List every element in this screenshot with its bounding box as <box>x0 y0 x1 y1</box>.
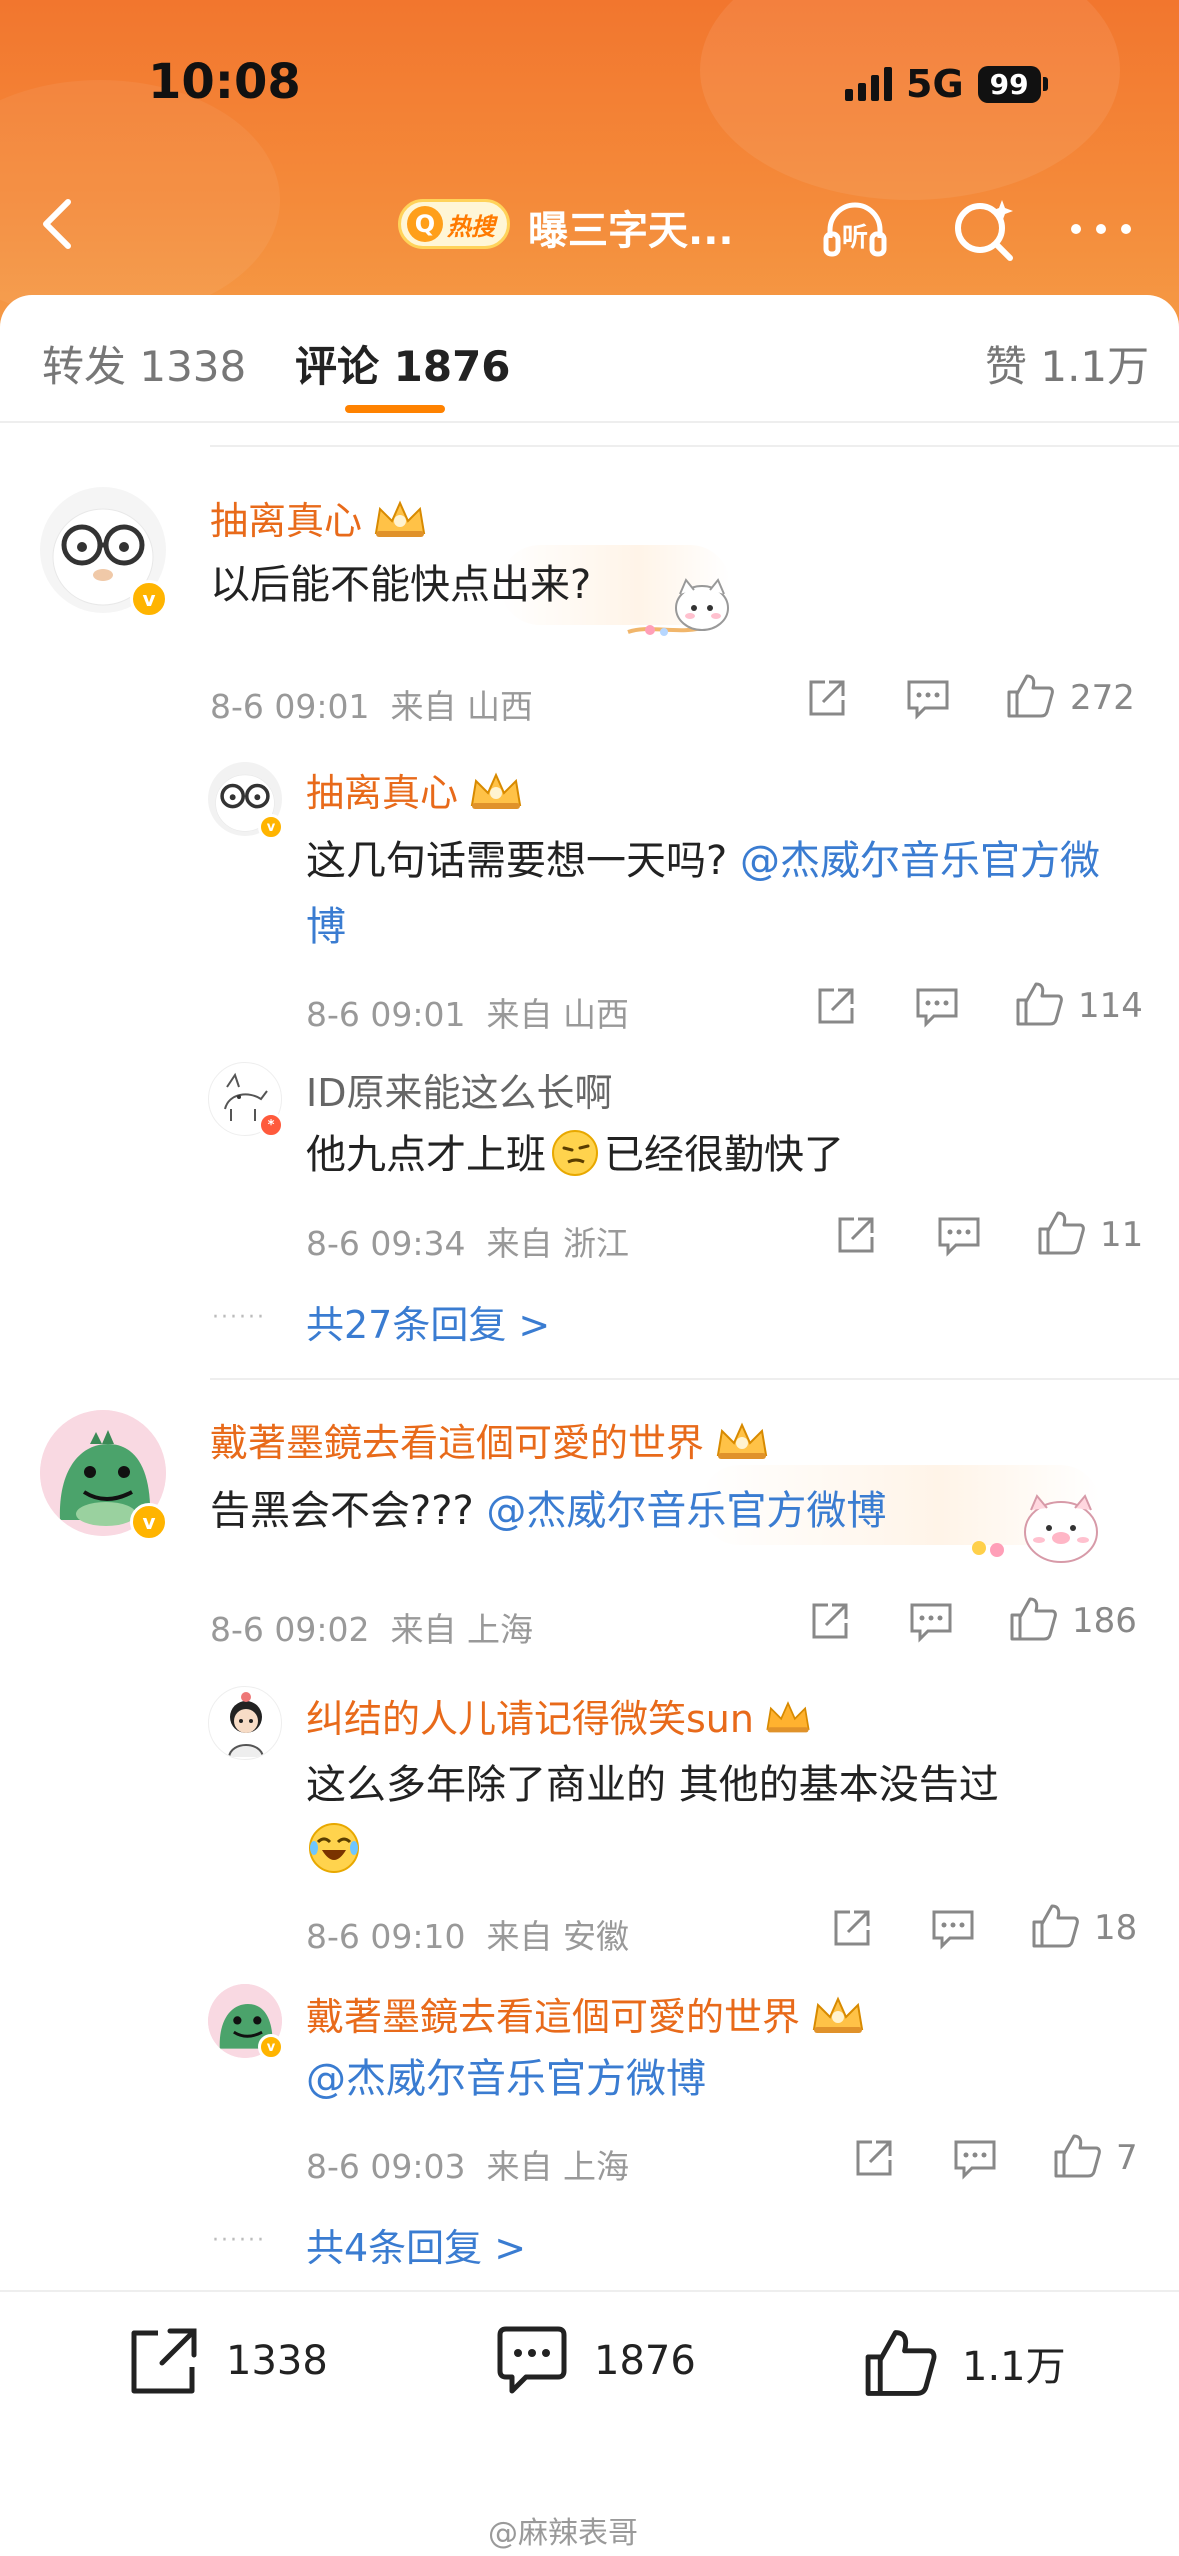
mention-link[interactable]: @杰威尔音乐官方微博 <box>306 2056 706 2102</box>
tab-bar: 转发 1338 评论 1876 赞 1.1万 <box>0 295 1179 423</box>
reply-text: 他九点才上班 已经很勤快了 <box>306 1122 844 1188</box>
tab-comments[interactable]: 评论 1876 <box>295 333 511 394</box>
reply-icon[interactable] <box>936 1213 982 1257</box>
hot-search-badge[interactable]: Q 热搜 <box>398 199 510 249</box>
comment-text: 告黑会不会??? @杰威尔音乐官方微博 <box>210 1488 887 1534</box>
reply-icon[interactable] <box>914 984 960 1028</box>
repost-button[interactable]: 1338 <box>126 2325 328 2397</box>
laughing-emoji-icon <box>306 1820 362 1876</box>
reply-meta: 8-6 09:01 来自 山西 <box>306 995 629 1034</box>
share-icon[interactable] <box>834 1213 878 1257</box>
battery-level: 99 <box>977 65 1041 103</box>
like-count: 114 <box>1078 986 1143 1026</box>
reply-icon[interactable] <box>930 1906 976 1950</box>
like-icon[interactable] <box>1036 1209 1086 1257</box>
search-sparkle-icon[interactable] <box>950 194 1020 264</box>
comment-location: 来自 山西 <box>390 687 533 726</box>
active-tab-indicator <box>345 405 445 413</box>
chevron-left-icon[interactable] <box>30 194 90 254</box>
status-indicators: 5G 99 <box>845 62 1048 106</box>
share-icon <box>131 2328 197 2394</box>
more-replies-link[interactable]: 共4条回复 > <box>306 2217 526 2272</box>
like-count: 18 <box>1094 1908 1138 1948</box>
crown-badge-icon <box>468 771 524 820</box>
member-badge-icon: * <box>258 1112 284 1138</box>
svg-text:听: 听 <box>842 223 868 253</box>
crown-badge-icon <box>764 1699 812 1744</box>
network-type: 5G <box>906 62 964 106</box>
more-replies-link[interactable]: 共27条回复 > <box>306 1294 550 1349</box>
comment-meta: 8-6 09:01 来自 山西 <box>210 680 533 728</box>
page-title[interactable]: 曝三字天... <box>528 198 734 256</box>
mention-link[interactable]: @杰威尔音乐官方微博 <box>486 1488 886 1534</box>
like-count: 186 <box>1072 1601 1137 1641</box>
share-icon[interactable] <box>805 676 849 720</box>
reply-icon[interactable] <box>908 1599 954 1643</box>
verified-badge-icon: v <box>258 814 284 840</box>
thinking-emoji-icon <box>550 1128 600 1178</box>
share-icon[interactable] <box>830 1906 874 1950</box>
comment-time: 8-6 09:01 <box>210 687 370 726</box>
reply-meta: 8-6 09:10 来自 安徽 <box>306 1917 629 1956</box>
like-count: 11 <box>1100 1215 1144 1255</box>
like-icon[interactable] <box>1005 672 1055 720</box>
more-dots-icon[interactable] <box>1066 194 1136 264</box>
like-count: 7 <box>1116 2138 1138 2178</box>
avatar[interactable] <box>208 1686 282 1760</box>
crown-badge-icon <box>810 1995 866 2044</box>
signal-icon <box>845 67 892 101</box>
reply-username[interactable]: 戴著墨鏡去看這個可愛的世界 <box>306 1986 866 2044</box>
reply-text: @杰威尔音乐官方微博 <box>306 2046 706 2112</box>
like-icon[interactable] <box>1008 1595 1058 1643</box>
reply-meta: 8-6 09:34 来自 浙江 <box>306 1224 629 1263</box>
comment-text: 以后能不能快点出来? <box>210 562 592 608</box>
verified-badge-icon: v <box>130 1503 168 1541</box>
reply-meta: 8-6 09:03 来自 上海 <box>306 2147 629 2186</box>
like-count: 272 <box>1070 678 1135 718</box>
verified-badge-icon: v <box>258 2034 284 2060</box>
reply-username[interactable]: 纠结的人儿请记得微笑sun <box>306 1688 812 1744</box>
like-icon[interactable] <box>1052 2132 1102 2180</box>
reply-username[interactable]: ID原来能这么长啊 <box>306 1062 612 1117</box>
comment-username[interactable]: 戴著墨鏡去看這個可愛的世界 <box>210 1412 770 1470</box>
comment-username[interactable]: 抽离真心 <box>210 490 428 548</box>
like-total: 1.1万 <box>962 2344 1066 2390</box>
comment-button[interactable]: 1876 <box>494 2325 696 2397</box>
reply-icon[interactable] <box>952 2136 998 2180</box>
comment-count: 1876 <box>594 2338 696 2384</box>
like-icon[interactable] <box>1014 980 1064 1028</box>
share-icon[interactable] <box>808 1599 852 1643</box>
battery-icon: 99 <box>977 65 1048 103</box>
dots-divider: ······ <box>212 2228 266 2253</box>
crown-badge-icon <box>714 1421 770 1470</box>
like-button[interactable]: 1.1万 <box>862 2325 1066 2401</box>
tab-likes[interactable]: 赞 1.1万 <box>985 333 1149 394</box>
hot-badge-label: 热搜 <box>447 212 495 241</box>
crown-badge-icon <box>372 499 428 548</box>
nav-bar: Q 热搜 曝三字天... 听 <box>0 180 1179 270</box>
share-icon[interactable] <box>814 984 858 1028</box>
search-q-icon: Q <box>407 206 443 242</box>
like-icon <box>865 2330 937 2396</box>
pig-sticker-icon <box>972 1494 1098 1563</box>
watermark: @麻辣表哥 <box>488 2516 638 2551</box>
cat-sticker-icon <box>627 578 729 636</box>
verified-badge-icon: v <box>130 580 168 618</box>
reply-username[interactable]: 抽离真心 <box>306 762 524 820</box>
like-icon[interactable] <box>1030 1902 1080 1950</box>
top-header: 10:08 5G 99 Q 热搜 曝三字天... 听 <box>0 0 1179 330</box>
reply-text: 这几句话需要想一天吗? @杰威尔音乐官方微博 <box>306 838 1100 950</box>
comment-meta: 8-6 09:02 来自 上海 <box>210 1610 533 1649</box>
dots-divider: ······ <box>212 1305 266 1330</box>
status-time: 10:08 <box>148 54 301 110</box>
headphones-listen-icon[interactable]: 听 <box>820 194 890 264</box>
tab-repost[interactable]: 转发 1338 <box>42 333 246 394</box>
repost-count: 1338 <box>226 2338 328 2384</box>
reply-text: 这么多年除了商业的 其他的基本没告过 <box>306 1752 1106 1884</box>
share-icon[interactable] <box>852 2136 896 2180</box>
comment-bubble-icon <box>497 2326 567 2394</box>
reply-icon[interactable] <box>905 676 951 720</box>
